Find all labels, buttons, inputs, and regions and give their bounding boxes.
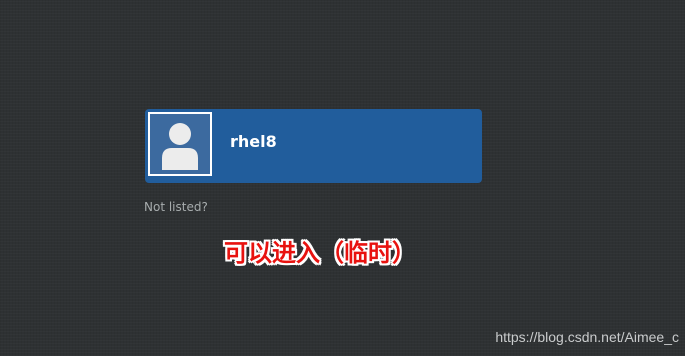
username-label: rhel8 xyxy=(230,132,277,151)
watermark-text: https://blog.csdn.net/Aimee_c xyxy=(495,329,679,345)
not-listed-link[interactable]: Not listed? xyxy=(144,199,208,215)
annotation-text: 可以进入（临时） xyxy=(224,239,416,267)
user-avatar-icon xyxy=(148,112,212,176)
user-list-item-rhel8[interactable]: rhel8 xyxy=(145,109,482,183)
